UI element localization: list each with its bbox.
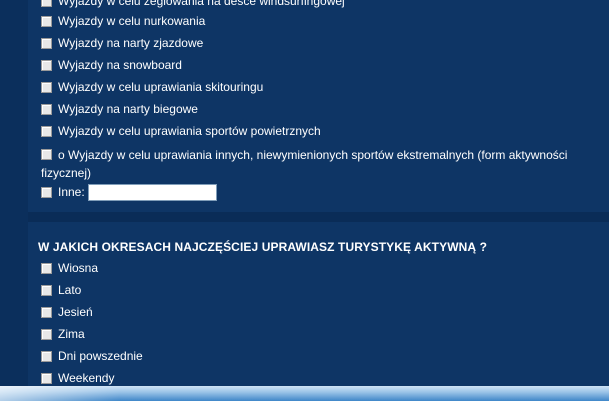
option-label: Wyjazdy w celu uprawiania skitouringu [58, 80, 264, 94]
option-weekends[interactable]: Weekendy [41, 370, 114, 386]
other-label: Inne: [58, 185, 85, 199]
taskbar-glow [0, 386, 120, 401]
checkbox[interactable] [41, 350, 52, 362]
checkbox[interactable] [41, 284, 52, 296]
option-weekdays[interactable]: Dni powszednie [41, 348, 143, 364]
option-downhill-skiing[interactable]: Wyjazdy na narty zjazdowe [41, 35, 203, 51]
option-label: Wiosna [58, 261, 99, 275]
checkbox[interactable] [41, 103, 52, 115]
option-label: Weekendy [58, 371, 115, 385]
option-snowboard[interactable]: Wyjazdy na snowboard [41, 57, 182, 73]
option-label: Wyjazdy w celu żeglowania na desce winds… [58, 0, 345, 8]
option-label: Wyjazdy na narty zjazdowe [58, 36, 204, 50]
option-other-extreme-sports[interactable]: o Wyjazdy w celu uprawiania innych, niew… [41, 146, 586, 182]
option-autumn[interactable]: Jesień [41, 304, 93, 320]
section-divider [28, 212, 609, 222]
checkbox[interactable] [41, 372, 52, 384]
other-text-input[interactable] [87, 183, 217, 201]
checkbox[interactable] [41, 59, 52, 71]
option-label: Lato [58, 283, 82, 297]
option-label: o Wyjazdy w celu uprawiania innych, niew… [41, 148, 568, 180]
checkbox[interactable] [41, 125, 52, 137]
option-label: Wyjazdy w celu uprawiania sportów powiet… [58, 124, 321, 138]
option-label: Zima [58, 327, 85, 341]
option-label: Wyjazdy na narty biegowe [58, 102, 198, 116]
checkbox[interactable] [41, 15, 52, 27]
option-label: Wyjazdy w celu nurkowania [58, 14, 206, 28]
checkbox[interactable] [41, 306, 52, 318]
option-label: Wyjazdy na snowboard [58, 58, 182, 72]
checkbox[interactable] [41, 149, 52, 160]
checkbox[interactable] [41, 186, 52, 198]
option-winter[interactable]: Zima [41, 326, 85, 342]
option-summer[interactable]: Lato [41, 282, 81, 298]
checkbox[interactable] [41, 37, 52, 49]
checkbox[interactable] [41, 81, 52, 93]
option-skitouring[interactable]: Wyjazdy w celu uprawiania skitouringu [41, 79, 263, 95]
checkbox[interactable] [41, 262, 52, 274]
option-cross-country-skiing[interactable]: Wyjazdy na narty biegowe [41, 101, 198, 117]
question-heading: W JAKICH OKRESACH NAJCZĘŚCIEJ UPRAWIASZ … [38, 240, 488, 254]
option-windsurfing[interactable]: Wyjazdy w celu żeglowania na desce winds… [41, 0, 345, 9]
option-other[interactable]: Inne: [41, 182, 217, 202]
checkbox[interactable] [41, 0, 52, 7]
option-diving[interactable]: Wyjazdy w celu nurkowania [41, 13, 205, 29]
checkbox[interactable] [41, 328, 52, 340]
option-label: Jesień [58, 305, 93, 319]
option-air-sports[interactable]: Wyjazdy w celu uprawiania sportów powiet… [41, 123, 321, 139]
option-label: Dni powszednie [58, 349, 143, 363]
option-spring[interactable]: Wiosna [41, 260, 98, 276]
